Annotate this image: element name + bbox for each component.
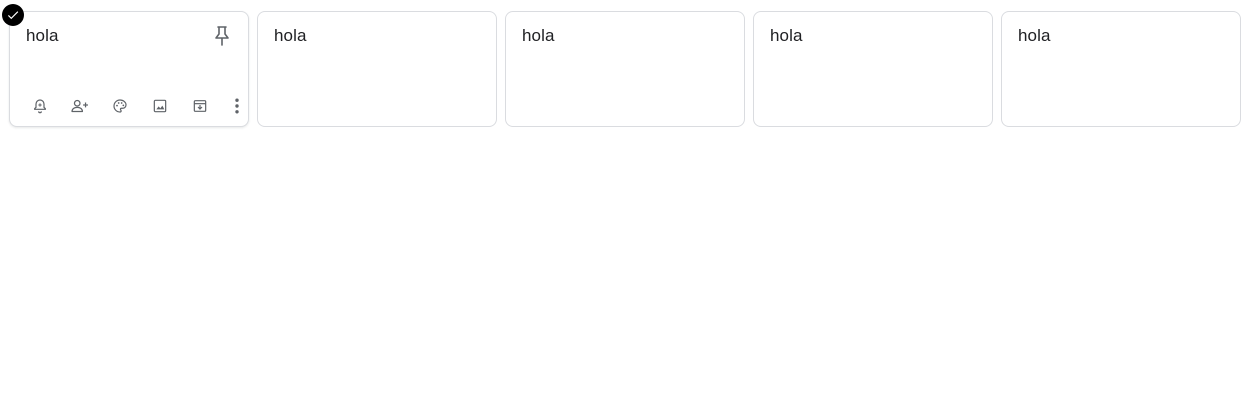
note-title: hola [26,26,59,45]
pin-icon [215,26,229,46]
note-title: hola [522,26,555,45]
notes-grid: hola hola hola hola hola [2,4,1241,127]
add-image-button[interactable] [140,94,180,118]
remind-icon [34,99,46,114]
notes-canvas: hola hola hola hola hola [0,0,1247,416]
note-title: hola [1018,26,1051,45]
note-card[interactable]: hola [257,11,497,127]
pin-note-button[interactable] [210,24,234,48]
note-toolbar [20,94,254,118]
collaborator-icon [71,99,88,113]
more-options-button[interactable] [220,94,254,118]
archive-icon [193,100,207,112]
background-options-button[interactable] [100,94,140,118]
note-title: hola [770,26,803,45]
select-note-button[interactable] [2,4,24,26]
note-card[interactable]: hola [1001,11,1241,127]
note-card[interactable]: hola [505,11,745,127]
note-title: hola [274,26,307,45]
remind-me-button[interactable] [20,94,60,118]
collaborator-button[interactable] [60,94,100,118]
more-vert-icon [235,98,239,114]
image-icon [153,99,167,113]
archive-button[interactable] [180,94,220,118]
check-icon [7,11,19,20]
note-card[interactable]: hola [2,4,249,127]
note-card[interactable]: hola [753,11,993,127]
palette-icon [113,99,127,113]
